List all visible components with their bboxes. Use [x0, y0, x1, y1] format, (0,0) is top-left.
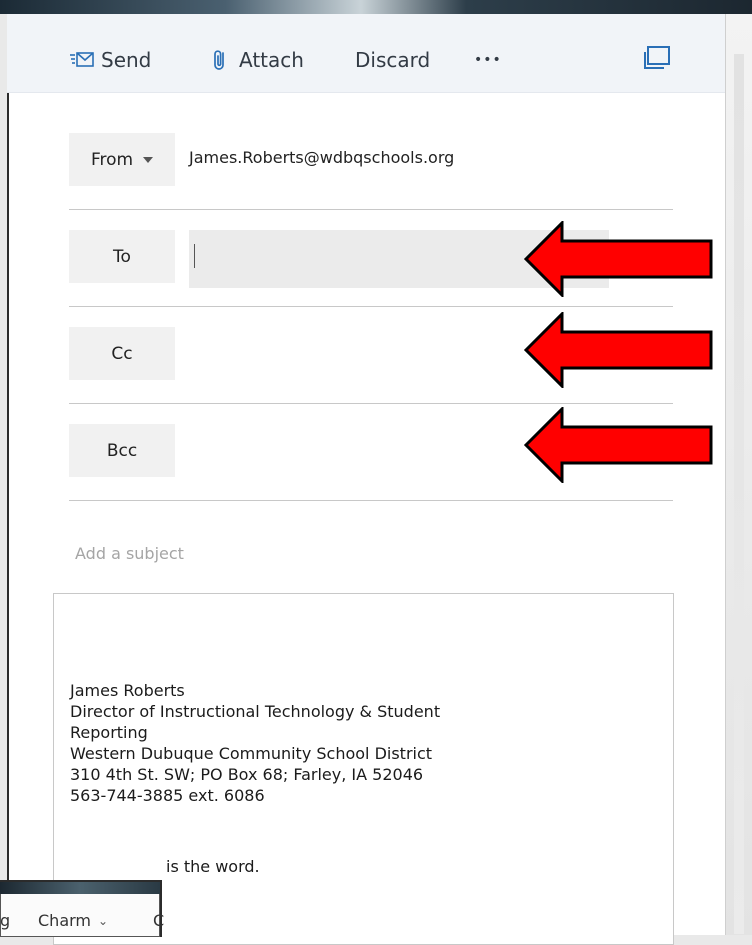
subject-input[interactable]: [73, 540, 637, 566]
signature-quote-fragment: is the word.: [166, 857, 260, 876]
attach-label: Attach: [239, 48, 304, 72]
attach-button[interactable]: Attach: [213, 46, 304, 74]
divider: [69, 306, 673, 307]
bcc-button[interactable]: Bcc: [69, 424, 175, 477]
to-button[interactable]: To: [69, 230, 175, 283]
more-options-button[interactable]: •••: [474, 46, 502, 74]
signature-line: 310 4th St. SW; PO Box 68; Farley, IA 52…: [70, 765, 424, 784]
window-title-bar: [0, 0, 752, 14]
more-label: •••: [474, 52, 502, 68]
send-button[interactable]: Send: [69, 46, 151, 74]
cc-button[interactable]: Cc: [69, 327, 175, 380]
paperclip-icon: [213, 48, 227, 72]
red-arrow-icon: [524, 407, 713, 483]
chevron-down-icon: ⌄: [98, 913, 109, 928]
overlay-title-bar: [0, 882, 160, 894]
discard-button[interactable]: Discard: [355, 46, 430, 74]
divider: [69, 500, 673, 501]
cc-label: Cc: [111, 343, 133, 364]
signature-line: Reporting: [70, 723, 148, 742]
text-cursor: [194, 244, 195, 268]
from-label: From: [90, 149, 134, 170]
charm-label: Charm: [38, 911, 91, 930]
divider: [69, 403, 673, 404]
red-arrow-icon: [524, 221, 713, 297]
charm-dropdown[interactable]: Charm ⌄: [38, 911, 108, 930]
caret-down-icon: [143, 156, 154, 163]
send-icon: [69, 49, 95, 71]
compose-toolbar: Send Attach Discard •••: [7, 14, 725, 93]
from-address: James.Roberts@wdbqschools.org: [189, 148, 455, 167]
signature-line: Western Dubuque Community School Distric…: [70, 744, 433, 763]
overlay-window-fragment: g Charm ⌄ C: [0, 880, 165, 937]
send-label: Send: [101, 48, 152, 72]
discard-label: Discard: [355, 48, 431, 72]
vertical-scrollbar[interactable]: [725, 14, 752, 935]
signature-block: James Roberts Director of Instructional …: [70, 680, 630, 806]
divider: [69, 209, 673, 210]
from-button[interactable]: From: [69, 133, 175, 186]
red-arrow-icon: [524, 312, 713, 388]
bcc-label: Bcc: [106, 440, 138, 461]
to-label: To: [113, 246, 131, 267]
pop-out-window-icon: [642, 44, 672, 72]
signature-line: James Roberts: [70, 681, 185, 700]
overlay-text-fragment: C: [153, 911, 165, 930]
signature-line: Director of Instructional Technology & S…: [70, 702, 441, 721]
signature-line: 563-744-3885 ext. 6086: [70, 786, 265, 805]
overlay-text-fragment: g: [0, 911, 11, 930]
pop-out-button[interactable]: [642, 44, 672, 72]
